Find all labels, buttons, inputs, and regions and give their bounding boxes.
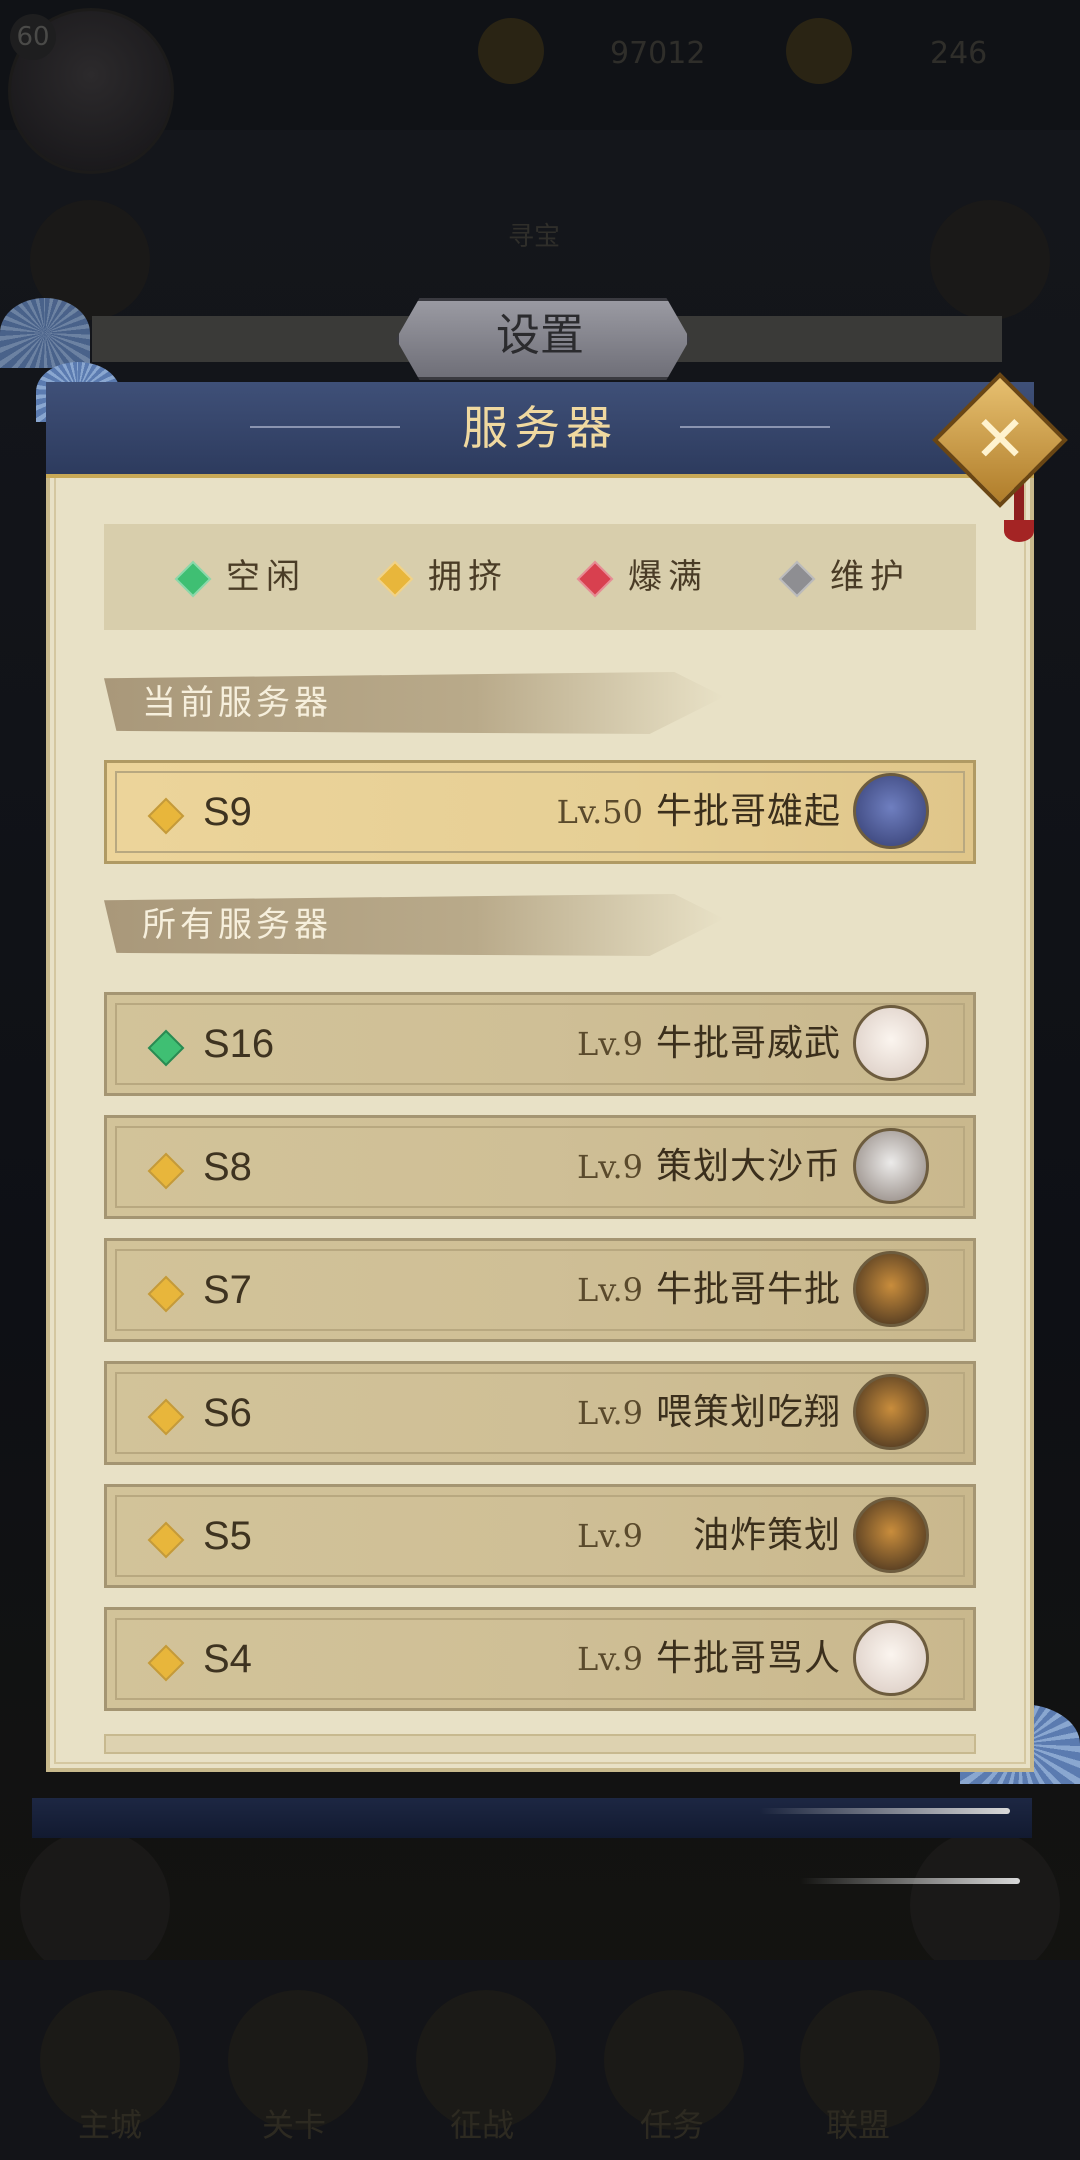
jade-count: 246 (930, 36, 988, 71)
character-avatar (853, 773, 929, 849)
server-row[interactable]: S16 Lv.9 牛批哥威武 (104, 992, 976, 1096)
server-id: S8 (203, 1145, 252, 1189)
player-level: Lv.9 (576, 1517, 643, 1555)
server-id: S9 (203, 790, 252, 834)
fan-decoration-top-left-small (0, 298, 90, 368)
legend-crowded: 拥挤 (376, 524, 508, 630)
server-row-partial[interactable] (104, 1734, 976, 1754)
crowded-diamond-icon (376, 560, 414, 597)
side-button-bottom-right (910, 1830, 1060, 1980)
player-name: 牛批哥威武 (655, 1023, 841, 1064)
current-server-section-title: 当前服务器 (142, 683, 332, 723)
player-level-badge: 60 (10, 14, 56, 60)
server-id: S4 (203, 1637, 252, 1681)
server-row[interactable]: S7 Lv.9 牛批哥牛批 (104, 1238, 976, 1342)
server-row[interactable]: S6 Lv.9 喂策划吃翔 (104, 1361, 976, 1465)
legend-full-label: 爆满 (628, 557, 708, 597)
full-diamond-icon (576, 560, 614, 597)
player-name: 油炸策划 (692, 1515, 841, 1556)
server-row[interactable]: S4 Lv.9 牛批哥骂人 (104, 1607, 976, 1711)
treasure-hunt-label: 寻宝 (508, 222, 561, 252)
all-servers-section-title: 所有服务器 (142, 905, 332, 945)
coin-icon (478, 18, 544, 84)
legend-maintenance-label: 维护 (830, 557, 910, 597)
player-level: Lv.9 (576, 1394, 643, 1432)
cloud-swoosh-decoration (760, 1808, 1010, 1814)
legend-maintenance: 维护 (778, 524, 910, 630)
cloud-swoosh-decoration-lower (800, 1878, 1020, 1884)
dialog-bottom-scroll (32, 1798, 1032, 1838)
close-x-icon[interactable]: ✕ (952, 392, 1048, 488)
legend-idle: 空闲 (174, 524, 306, 630)
settings-title: 设置 (496, 310, 584, 361)
player-level: Lv.9 (576, 1025, 643, 1063)
tab-label-main-city: 主城 (78, 2106, 143, 2144)
coin-count: 97012 (610, 36, 706, 71)
legend-crowded-label: 拥挤 (428, 557, 508, 597)
player-name: 策划大沙币 (655, 1146, 841, 1187)
server-id: S16 (203, 1022, 275, 1066)
character-avatar (853, 1128, 929, 1204)
tab-label-battle: 征战 (450, 2106, 515, 2144)
side-button-bottom-left (20, 1830, 170, 1980)
server-id: S6 (203, 1391, 252, 1435)
player-level: Lv.50 (556, 793, 643, 831)
legend-idle-label: 空闲 (226, 557, 306, 597)
side-button-right (930, 200, 1050, 320)
current-server-row[interactable]: S9 Lv.50 牛批哥雄起 (104, 760, 976, 864)
server-id: S7 (203, 1268, 252, 1312)
player-name: 喂策划吃翔 (655, 1392, 841, 1433)
idle-diamond-icon (174, 560, 212, 597)
jade-icon (786, 18, 852, 84)
player-level: Lv.9 (576, 1271, 643, 1309)
character-avatar (853, 1497, 929, 1573)
character-avatar (853, 1005, 929, 1081)
player-level: Lv.9 (576, 1148, 643, 1186)
player-level: Lv.9 (576, 1640, 643, 1678)
tab-label-alliance: 联盟 (826, 2106, 891, 2144)
maintenance-diamond-icon (778, 560, 816, 597)
player-name: 牛批哥骂人 (655, 1638, 841, 1679)
player-name: 牛批哥雄起 (655, 791, 841, 832)
server-row[interactable]: S5 Lv.9 油炸策划 (104, 1484, 976, 1588)
tab-label-stage: 关卡 (262, 2106, 327, 2144)
server-id: S5 (203, 1514, 252, 1558)
character-avatar (853, 1374, 929, 1450)
character-avatar (853, 1251, 929, 1327)
legend-full: 爆满 (576, 524, 708, 630)
server-row[interactable]: S8 Lv.9 策划大沙币 (104, 1115, 976, 1219)
tab-label-quest: 任务 (640, 2106, 705, 2144)
character-avatar (853, 1620, 929, 1696)
close-tassel-end (1004, 520, 1034, 542)
server-dialog-title: 服务器 (462, 401, 618, 455)
player-name: 牛批哥牛批 (655, 1269, 841, 1310)
